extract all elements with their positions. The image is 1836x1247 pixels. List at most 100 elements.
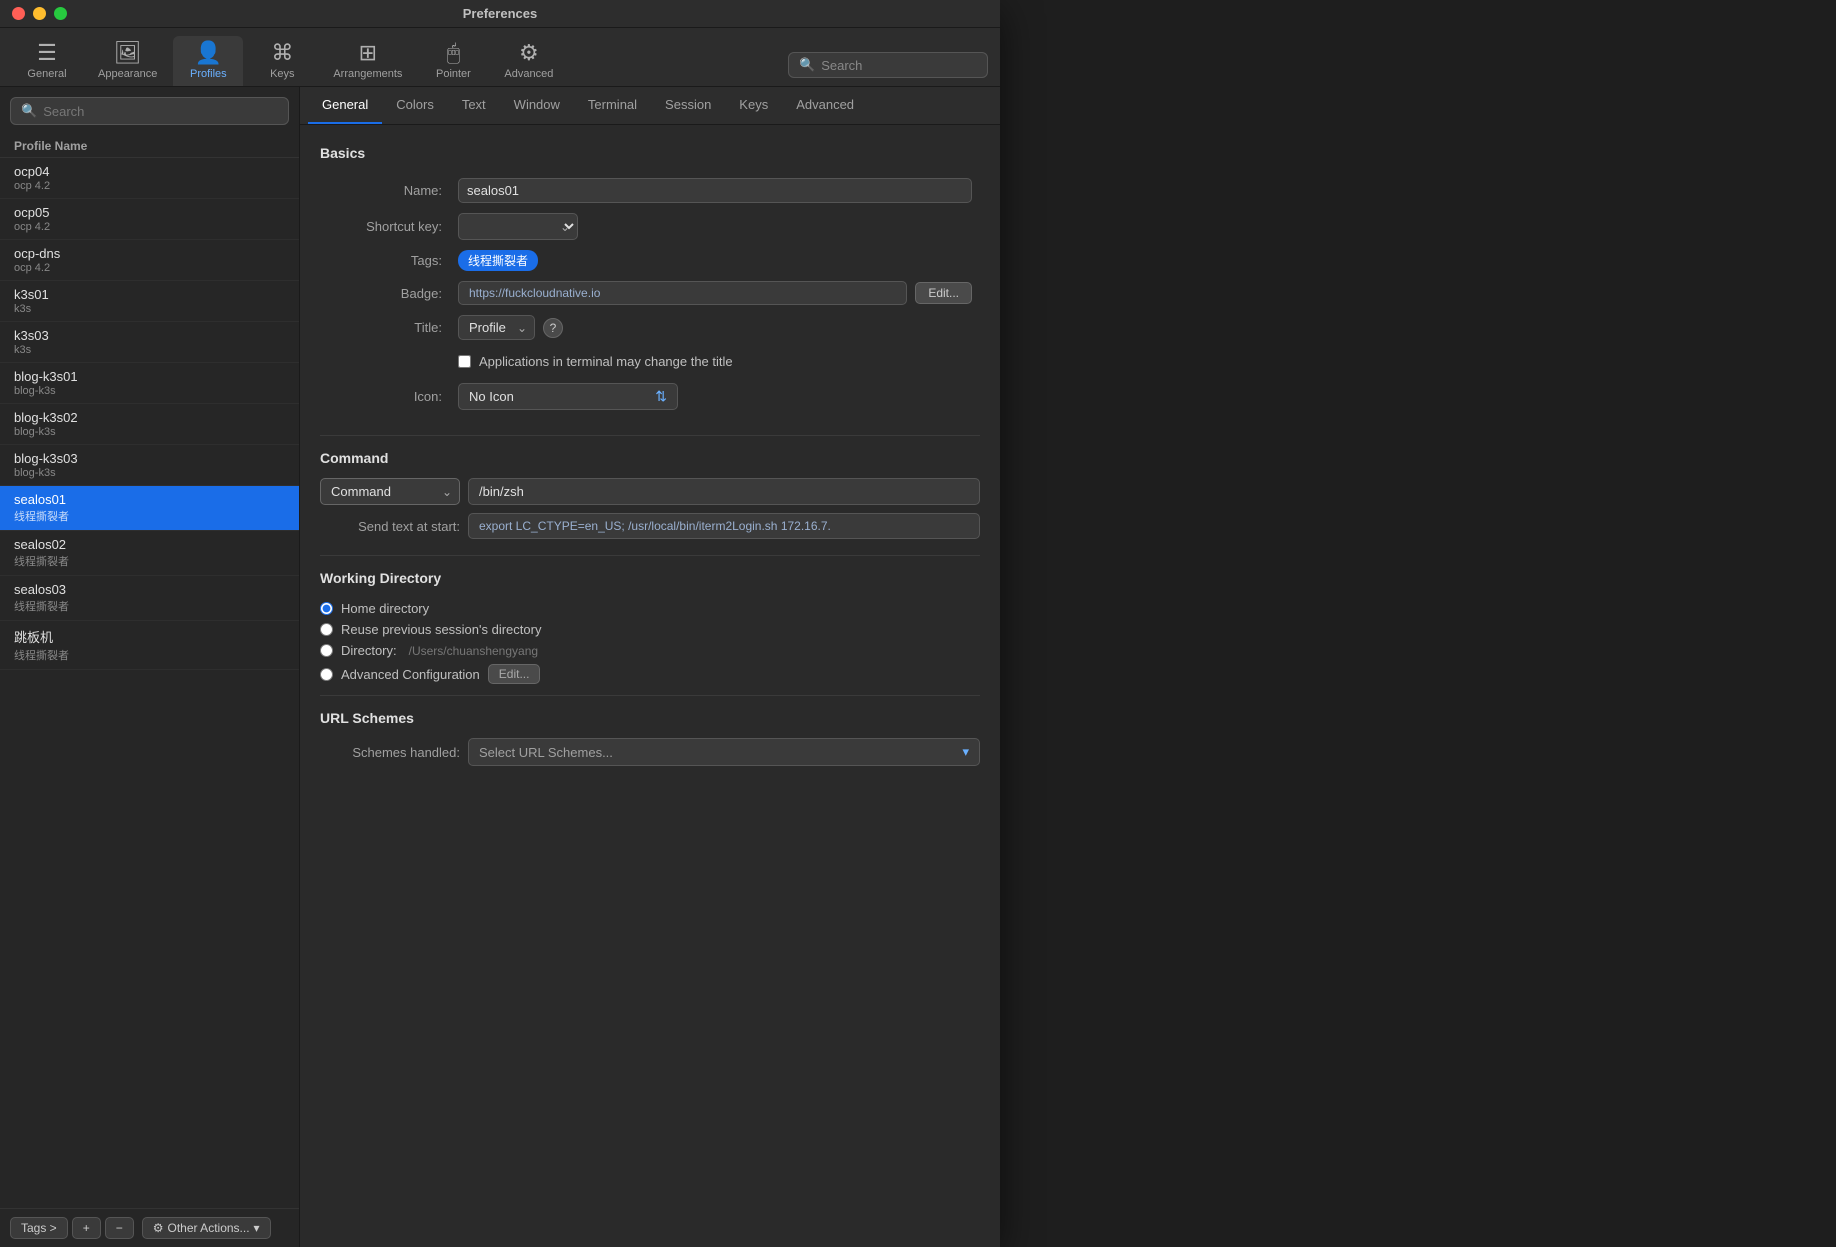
radio-reuse-input[interactable] (320, 623, 333, 636)
list-item[interactable]: ocp04 ocp 4.2 (0, 158, 299, 199)
profile-name: 跳板机 (14, 627, 285, 646)
url-schemes-select[interactable]: Select URL Schemes... ▾ (468, 738, 980, 766)
badge-row: Badge: https://fuckcloudnative.io Edit..… (320, 276, 980, 310)
traffic-lights (12, 7, 67, 20)
shortcut-select[interactable] (458, 213, 578, 240)
search-input[interactable] (821, 58, 977, 73)
toolbar-item-general[interactable]: ☰ General (12, 36, 82, 86)
list-item[interactable]: ocp-dns ocp 4.2 (0, 240, 299, 281)
title-change-checkbox-row: Applications in terminal may change the … (458, 350, 972, 373)
toolbar-item-arrangements[interactable]: ⊞ Arrangements (321, 36, 414, 86)
tab-session[interactable]: Session (651, 87, 725, 124)
profile-sub: ocp 4.2 (14, 221, 285, 233)
radio-home-dir-input[interactable] (320, 602, 333, 615)
radio-dir-label: Directory: (341, 643, 397, 658)
toolbar-left: ☰ General 🖼 Appearance 👤 Profiles ⌘ Keys… (12, 36, 565, 86)
sidebar-search-container[interactable]: 🔍 (10, 97, 289, 125)
advanced-icon: ⚙ (519, 40, 539, 66)
url-dropdown-arrow-icon: ▾ (962, 744, 969, 760)
minimize-button[interactable] (33, 7, 46, 20)
profile-name: sealos01 (14, 492, 285, 507)
tag-badge[interactable]: 线程撕裂者 (458, 250, 538, 271)
tab-text[interactable]: Text (448, 87, 500, 124)
tags-button[interactable]: Tags > (10, 1217, 68, 1239)
tab-keys[interactable]: Keys (725, 87, 782, 124)
other-actions-button[interactable]: ⚙ Other Actions... ▾ (142, 1217, 271, 1239)
content-panel: GeneralColorsTextWindowTerminalSessionKe… (300, 87, 1000, 1247)
tab-terminal[interactable]: Terminal (574, 87, 651, 124)
list-item[interactable]: k3s03 k3s (0, 322, 299, 363)
tab-general[interactable]: General (308, 87, 382, 124)
url-schemes-row: Schemes handled: Select URL Schemes... ▾ (320, 738, 980, 766)
radio-advanced-label: Advanced Configuration (341, 667, 480, 682)
badge-edit-button[interactable]: Edit... (915, 282, 972, 304)
tab-window[interactable]: Window (500, 87, 574, 124)
close-button[interactable] (12, 7, 25, 20)
profile-name: sealos03 (14, 582, 285, 597)
toolbar-search[interactable]: 🔍 (788, 52, 988, 78)
content-scroll: Basics Name: Shortcut key: (300, 125, 1000, 1247)
list-item[interactable]: blog-k3s02 blog-k3s (0, 404, 299, 445)
list-item[interactable]: 跳板机 线程撕裂者 (0, 621, 299, 670)
command-type-select[interactable]: Command Login shell Custom shell (320, 478, 460, 505)
url-schemes-placeholder: Select URL Schemes... (479, 745, 613, 760)
profile-sub: ocp 4.2 (14, 262, 285, 274)
send-text-value: export LC_CTYPE=en_US; /usr/local/bin/it… (468, 513, 980, 539)
tab-advanced[interactable]: Advanced (782, 87, 868, 124)
send-text-label: Send text at start: (320, 519, 460, 534)
toolbar-item-appearance[interactable]: 🖼 Appearance (86, 36, 169, 86)
profile-sub: blog-k3s (14, 467, 285, 479)
toolbar-item-pointer[interactable]: 🖱 Pointer (418, 36, 488, 86)
tab-colors[interactable]: Colors (382, 87, 448, 124)
command-row: Command Login shell Custom shell /bin/zs… (320, 478, 980, 505)
list-item[interactable]: blog-k3s01 blog-k3s (0, 363, 299, 404)
badge-url-value: https://fuckcloudnative.io (458, 281, 907, 305)
profile-sub: 线程撕裂者 (14, 508, 285, 524)
title-change-checkbox[interactable] (458, 355, 471, 368)
list-item[interactable]: sealos01 线程撕裂者 (0, 486, 299, 531)
name-input[interactable] (458, 178, 972, 203)
basics-section-title: Basics (320, 145, 980, 161)
advanced-config-edit-button[interactable]: Edit... (488, 664, 541, 684)
add-profile-button[interactable]: + (72, 1217, 101, 1239)
title-label: Title: (320, 310, 450, 345)
profile-name: blog-k3s03 (14, 451, 285, 466)
basics-form-table: Name: Shortcut key: Tags: (320, 173, 980, 415)
title-row-inner: Profile Name Job ? (458, 315, 972, 340)
help-button[interactable]: ? (543, 318, 563, 338)
list-item[interactable]: blog-k3s03 blog-k3s (0, 445, 299, 486)
sidebar-search-icon: 🔍 (21, 103, 37, 119)
profile-name: ocp-dns (14, 246, 285, 261)
sidebar-search-input[interactable] (43, 104, 278, 119)
radio-dir-input[interactable] (320, 644, 333, 657)
list-item[interactable]: sealos02 线程撕裂者 (0, 531, 299, 576)
list-item[interactable]: sealos03 线程撕裂者 (0, 576, 299, 621)
maximize-button[interactable] (54, 7, 67, 20)
list-item[interactable]: ocp05 ocp 4.2 (0, 199, 299, 240)
toolbar-item-profiles[interactable]: 👤 Profiles (173, 36, 243, 86)
profile-list: ocp04 ocp 4.2 ocp05 ocp 4.2 ocp-dns ocp … (0, 158, 299, 1208)
toolbar-label-pointer: Pointer (436, 68, 471, 80)
tab-bar: GeneralColorsTextWindowTerminalSessionKe… (300, 87, 1000, 125)
command-type-wrapper: Command Login shell Custom shell (320, 478, 460, 505)
profile-name: k3s01 (14, 287, 285, 302)
toolbar-item-advanced[interactable]: ⚙ Advanced (492, 36, 565, 86)
sidebar: 🔍 Profile Name ocp04 ocp 4.2 ocp05 ocp 4… (0, 87, 300, 1247)
add-icon: + (83, 1221, 90, 1235)
profile-sub: k3s (14, 344, 285, 356)
profile-sub: k3s (14, 303, 285, 315)
dropdown-arrow-icon: ▾ (254, 1221, 260, 1235)
icon-select[interactable]: No Icon ⇅ (458, 383, 678, 410)
profile-sub: 线程撕裂者 (14, 553, 285, 569)
command-section-title: Command (320, 450, 980, 466)
title-select[interactable]: Profile Name Job (458, 315, 535, 340)
list-item[interactable]: k3s01 k3s (0, 281, 299, 322)
main-layout: 🔍 Profile Name ocp04 ocp 4.2 ocp05 ocp 4… (0, 87, 1000, 1247)
profile-list-header: Profile Name (0, 135, 299, 158)
toolbar-item-keys[interactable]: ⌘ Keys (247, 36, 317, 86)
title-row: Title: Profile Name Job ? (320, 310, 980, 345)
radio-advanced-input[interactable] (320, 668, 333, 681)
radio-reuse-session: Reuse previous session's directory (320, 619, 980, 640)
title-select-wrapper: Profile Name Job (458, 315, 535, 340)
remove-profile-button[interactable]: − (105, 1217, 134, 1239)
